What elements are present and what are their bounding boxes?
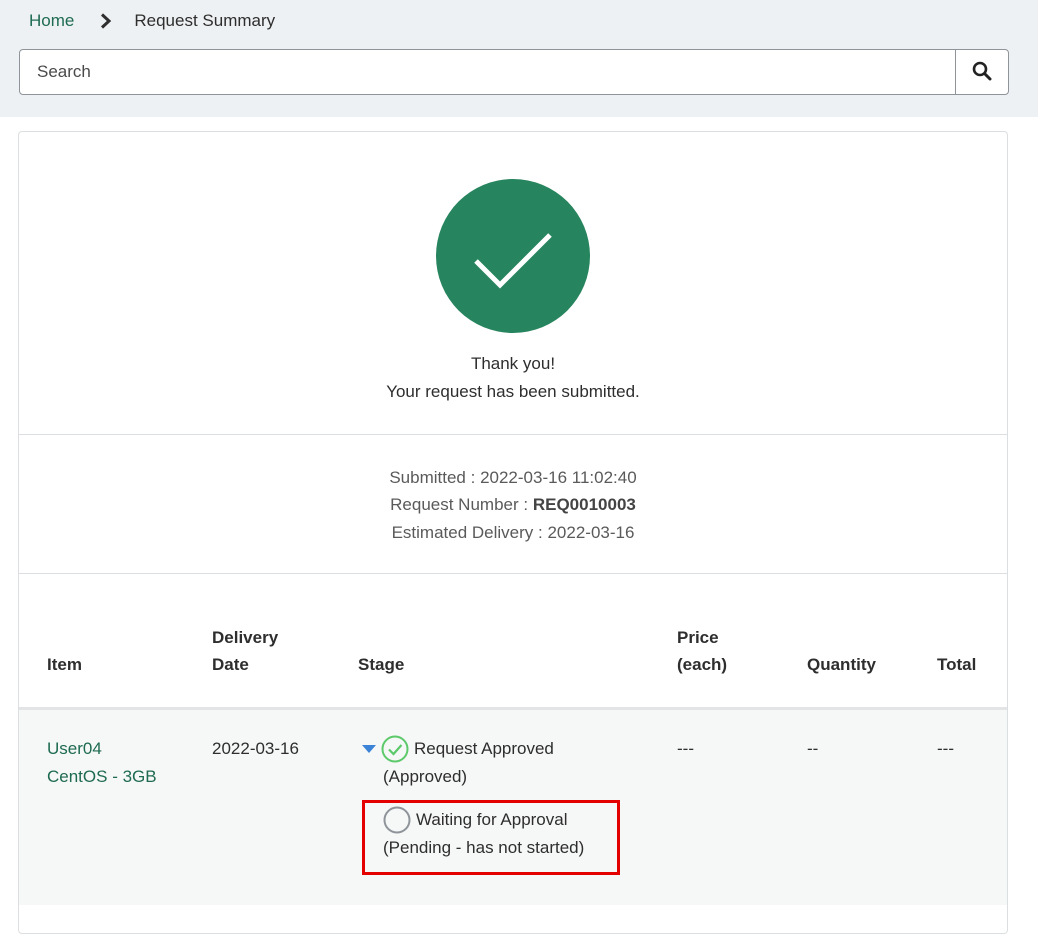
top-area: Home Request Summary <box>0 0 1038 117</box>
estimated-delivery-value: 2022-03-16 <box>547 523 635 542</box>
item-cell: User04 CentOS - 3GB <box>47 735 157 791</box>
stage-approved-status: (Approved) <box>383 767 468 786</box>
breadcrumb-current: Request Summary <box>134 11 276 30</box>
check-circle-icon <box>381 735 409 763</box>
submitted-detail: Submitted : 2022-03-16 11:02:40 <box>19 468 1007 488</box>
column-header-item: Item <box>47 655 82 674</box>
column-header-price-line1: Price <box>677 628 719 647</box>
request-details-section: Submitted : 2022-03-16 11:02:40 Request … <box>19 435 1007 574</box>
estimated-delivery-detail: Estimated Delivery : 2022-03-16 <box>19 523 1007 543</box>
request-number-value: REQ0010003 <box>532 495 636 514</box>
price-cell: --- <box>677 739 694 758</box>
thank-you-message: Thank you! <box>470 354 556 373</box>
column-header-delivery-date: Delivery Date <box>212 624 278 678</box>
column-header-delivery-line2: Date <box>212 655 249 674</box>
caret-down-icon[interactable] <box>362 745 376 753</box>
chevron-right-icon <box>100 13 112 29</box>
request-summary-card: Thank you! Your request has been submitt… <box>18 131 1008 934</box>
success-badge <box>436 179 590 333</box>
column-header-quantity: Quantity <box>807 655 876 674</box>
breadcrumb-home-link[interactable]: Home <box>29 11 74 31</box>
submitted-label: Submitted : <box>389 468 476 487</box>
highlight-annotation <box>362 800 620 875</box>
submitted-message: Your request has been submitted. <box>386 382 640 401</box>
column-header-price: Price (each) <box>677 624 727 678</box>
column-header-stage: Stage <box>358 655 405 674</box>
search-bar <box>19 49 1009 95</box>
column-header-delivery-line1: Delivery <box>212 628 279 647</box>
total-cell: --- <box>937 739 954 758</box>
stage-approved: Request Approved <box>362 735 554 763</box>
estimated-delivery-label: Estimated Delivery : <box>391 523 543 542</box>
quantity-cell: -- <box>807 739 819 758</box>
checkmark-icon <box>474 233 552 289</box>
delivery-date-cell: 2022-03-16 <box>212 739 299 758</box>
items-table: Item Delivery Date Stage Price (each) Qu… <box>19 574 1007 934</box>
column-header-total: Total <box>937 655 977 674</box>
request-number-detail: Request Number : REQ0010003 <box>19 495 1007 515</box>
request-number-label: Request Number : <box>390 495 529 514</box>
stage-cell: Request Approved (Approved) <box>362 735 554 791</box>
item-link-product[interactable]: CentOS - 3GB <box>47 763 157 791</box>
search-button[interactable] <box>955 50 1008 94</box>
item-link-user[interactable]: User04 <box>47 735 157 763</box>
search-icon <box>972 61 992 84</box>
column-header-price-line2: (each) <box>677 655 728 674</box>
breadcrumb: Home Request Summary <box>29 10 275 32</box>
confirmation-section: Thank you! Your request has been submitt… <box>19 132 1007 435</box>
stage-approved-label: Request Approved <box>414 739 554 758</box>
submitted-value: 2022-03-16 11:02:40 <box>480 468 637 487</box>
search-input[interactable] <box>20 50 955 94</box>
